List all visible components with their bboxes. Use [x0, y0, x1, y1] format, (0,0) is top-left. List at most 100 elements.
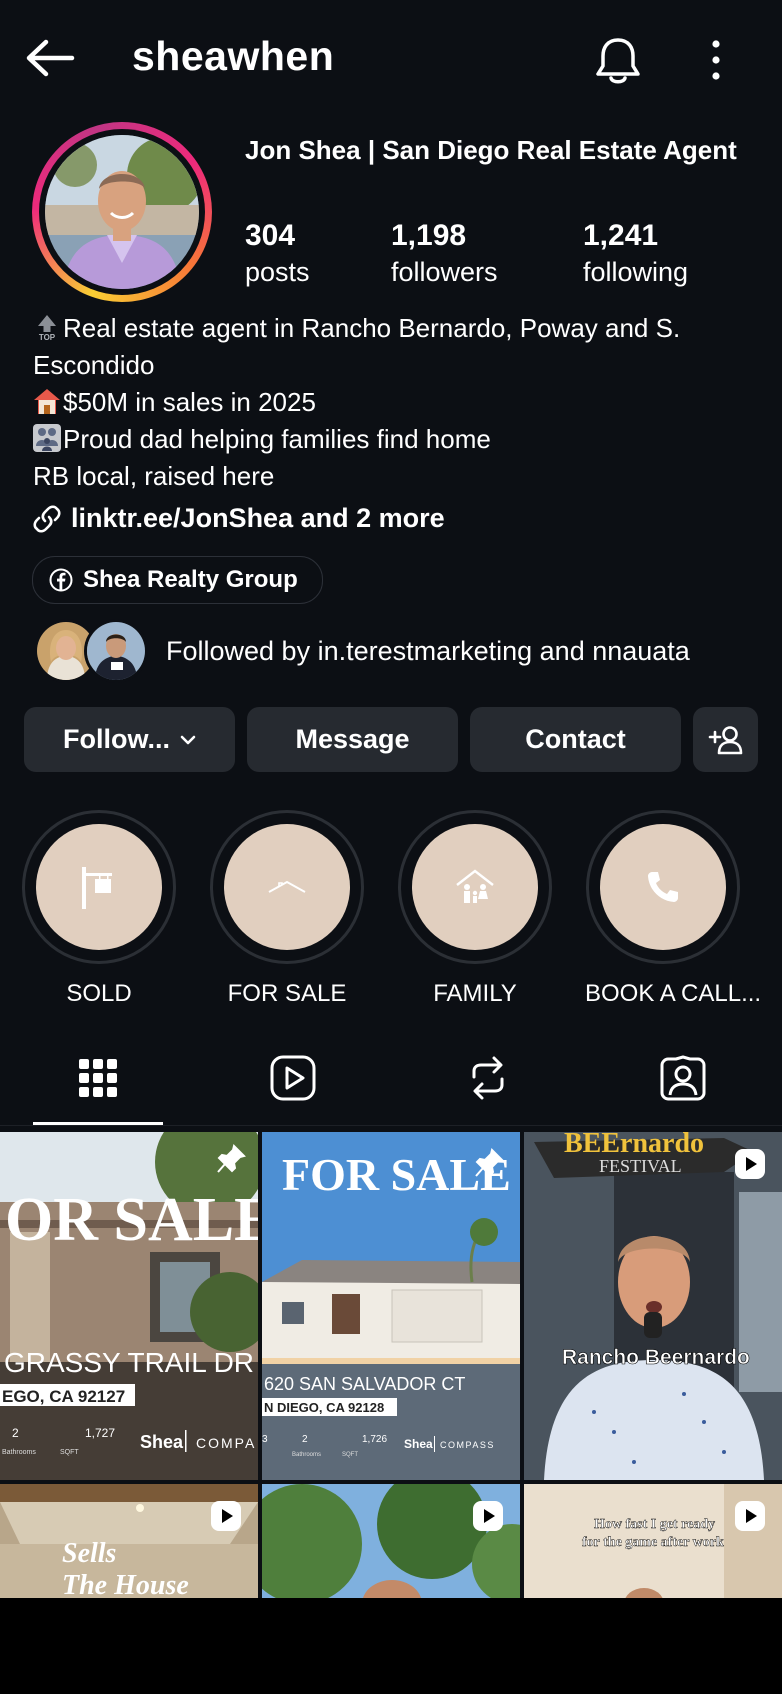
post-sqft-label: SQFT — [60, 1449, 79, 1456]
bio-line: Proud dad helping families find home — [33, 421, 763, 458]
stat-number: 1,198 — [391, 219, 467, 252]
highlight-family[interactable]: FAMILY — [397, 810, 553, 1008]
message-button-label: Message — [295, 724, 410, 754]
post-brand: Shea — [404, 1437, 433, 1451]
post-tile[interactable]: FOR SALE 620 SAN SALVADOR CT N DIEGO, CA… — [262, 1132, 520, 1480]
bio-line: Escondido — [33, 350, 155, 380]
profile-bio: TOP Real estate agent in Rancho Bernardo… — [33, 310, 763, 495]
festival-banner-title: BEErnardo — [564, 1132, 704, 1159]
follow-button-label: Follow... — [63, 724, 170, 754]
add-person-icon — [708, 725, 742, 754]
post-sqft: 1,727 — [85, 1426, 115, 1440]
reel-indicator-icon — [473, 1501, 503, 1531]
post-caption: Rancho Beernardo — [562, 1346, 750, 1369]
notification-bell-icon[interactable] — [592, 36, 644, 86]
reels-icon — [270, 1055, 316, 1101]
post-sqft-label: SQFT — [342, 1452, 358, 1458]
post-caption-2: for the game after work — [582, 1535, 724, 1550]
post-caption: How fast I get ready — [594, 1517, 715, 1532]
highlight-label: FAMILY — [433, 980, 517, 1007]
contact-button[interactable]: Contact — [470, 707, 681, 772]
reel-indicator-icon — [735, 1501, 765, 1531]
post-brand-2: COMPA — [196, 1435, 256, 1451]
stat-label: following — [583, 257, 689, 287]
highlight-ring — [22, 810, 176, 964]
post-headline: OR SALE — [5, 1186, 258, 1254]
post-tile[interactable] — [262, 1484, 520, 1598]
highlight-ring — [398, 810, 552, 964]
facebook-page-chip[interactable]: Shea Realty Group — [32, 556, 323, 604]
family-emoji-icon — [33, 424, 61, 452]
highlight-label: BOOK A CALL... — [585, 980, 762, 1007]
post-caption-2: The House — [62, 1570, 189, 1598]
svg-text:TOP: TOP — [39, 333, 56, 341]
profile-avatar[interactable] — [32, 122, 212, 302]
profile-display-name: Jon Shea | San Diego Real Estate Agent — [245, 135, 737, 165]
reposts-icon — [472, 1056, 504, 1100]
highlight-sold[interactable]: SOLD — [21, 810, 177, 1008]
contact-button-label: Contact — [525, 724, 626, 754]
facebook-icon — [49, 568, 73, 592]
followed-by-text: Followed by in.terestmarketing and nnaua… — [166, 635, 690, 666]
stat-number: 1,241 — [583, 219, 659, 252]
highlight-ring — [210, 810, 364, 964]
grid-icon — [79, 1059, 117, 1097]
post-city: N DIEGO, CA 92128 — [264, 1400, 384, 1415]
festival-banner-subtitle: FESTIVAL — [599, 1156, 682, 1176]
post-baths-label: Bathrooms — [2, 1449, 36, 1456]
post-tile[interactable]: How fast I get ready for the game after … — [524, 1484, 782, 1598]
highlight-ring — [586, 810, 740, 964]
post-street: GRASSY TRAIL DR — [4, 1347, 254, 1378]
post-tile[interactable]: BEErnardo FESTIVAL Rancho Beernardo — [524, 1132, 782, 1480]
highlight-label: SOLD — [66, 980, 132, 1007]
post-city: EGO, CA 92127 — [2, 1387, 125, 1406]
post-street: 620 SAN SALVADOR CT — [264, 1374, 465, 1394]
sign-icon — [82, 867, 112, 909]
tab-reposts[interactable] — [438, 1050, 538, 1106]
post-tile[interactable]: OR SALE GRASSY TRAIL DR EGO, CA 92127 2 … — [0, 1132, 258, 1480]
following-dropdown-button[interactable]: Follow... — [24, 707, 235, 772]
highlight-label: FOR SALE — [227, 980, 347, 1007]
post-baths: 2 — [12, 1426, 19, 1440]
post-baths-label: Bathrooms — [292, 1452, 321, 1458]
post-sqft: 1,726 — [362, 1434, 387, 1445]
bio-link[interactable]: linktr.ee/JonShea and 2 more — [33, 503, 445, 534]
facebook-chip-label: Shea Realty Group — [83, 566, 298, 593]
mutual-followers[interactable]: Followed by in.terestmarketing and nnaua… — [34, 619, 690, 683]
highlight-for-sale[interactable]: FOR SALE — [209, 810, 365, 1008]
post-tile[interactable]: Sells The House — [0, 1484, 258, 1598]
house-emoji-icon — [34, 389, 60, 414]
tab-posts-grid[interactable] — [48, 1050, 148, 1106]
pin-icon — [217, 1144, 246, 1173]
profile-username: sheawhen — [132, 33, 335, 79]
message-button[interactable]: Message — [247, 707, 458, 772]
tab-reels[interactable] — [243, 1050, 343, 1106]
tagged-icon — [660, 1055, 706, 1101]
avatar-photo — [45, 135, 199, 289]
bio-link-text: linktr.ee/JonShea and 2 more — [71, 503, 445, 533]
followers-count[interactable]: 1,198 followers — [391, 218, 498, 290]
highlight-book-a-call[interactable]: BOOK A CALL... — [585, 810, 762, 1008]
tab-tagged[interactable] — [633, 1050, 733, 1106]
bio-line: RB local, raised here — [33, 461, 275, 491]
post-brand: Shea — [140, 1432, 184, 1452]
pin-icon — [475, 1148, 504, 1177]
profile-screen: sheawhen Jon Shea | San Diego Real Estat… — [0, 0, 782, 1598]
suggested-people-button[interactable] — [693, 707, 758, 772]
stat-label: followers — [391, 257, 498, 287]
more-options-icon[interactable] — [700, 38, 732, 82]
roof-icon — [268, 880, 306, 893]
link-icon — [33, 504, 61, 533]
following-count[interactable]: 1,241 following — [583, 218, 688, 290]
post-beds: 3 — [262, 1434, 268, 1445]
post-baths: 2 — [302, 1434, 308, 1445]
top-arrow-emoji-icon: TOP — [38, 315, 56, 341]
post-brand-2: COMPASS — [440, 1440, 495, 1450]
post-caption: Sells — [62, 1538, 117, 1569]
bio-line: $50M in sales in 2025 — [33, 384, 763, 421]
back-arrow-icon[interactable] — [24, 36, 76, 80]
reel-indicator-icon — [211, 1501, 241, 1531]
tabs-divider — [0, 1125, 782, 1126]
posts-count[interactable]: 304 posts — [245, 218, 310, 290]
chevron-down-icon — [180, 735, 196, 744]
